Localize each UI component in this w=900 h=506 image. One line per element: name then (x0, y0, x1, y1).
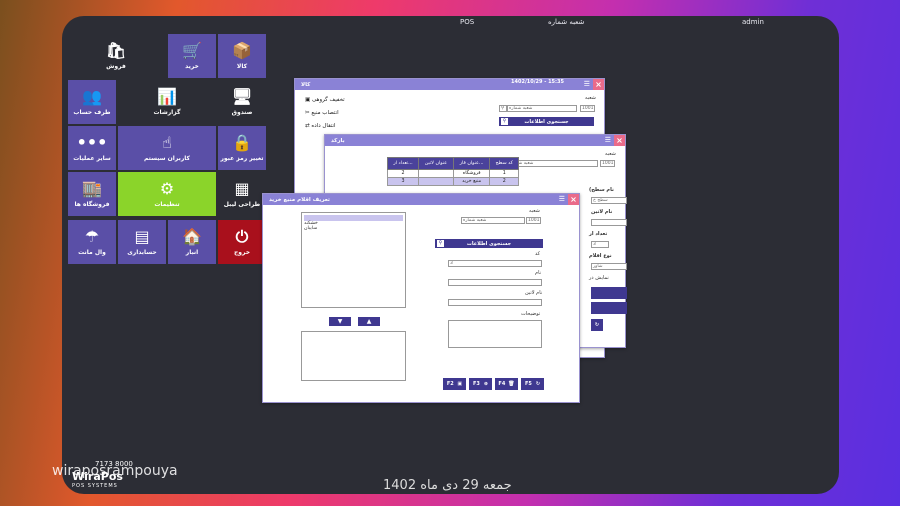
menu-icon[interactable]: ☰ (605, 135, 611, 146)
save-icon: ▣ (457, 381, 463, 387)
search-icon[interactable]: ⚲ (499, 105, 507, 112)
gears-icon: ⚙ (159, 179, 175, 198)
user-label: admin (742, 18, 764, 26)
box-icon: 📦 (232, 41, 252, 60)
tile-wall-mount[interactable]: ☂ وال مانت (68, 220, 116, 264)
close-icon[interactable]: × (614, 135, 625, 146)
cart-icon: 🛒 (182, 41, 202, 60)
warehouse-icon: 🏠 (182, 227, 202, 246)
store-icon: 🏬 (82, 179, 102, 198)
tile-warehouse[interactable]: 🏠 انبار (168, 220, 216, 264)
table-row[interactable]: 3 منبع خرید 2 (386, 177, 519, 186)
items-window: تعریف اقلام منبع خرید ☰ × خشکند سایبان ▼… (262, 193, 580, 403)
tile-purchase[interactable]: 🛒 خرید (168, 34, 216, 78)
users-icon: 👥 (82, 87, 102, 106)
f4-delete-button[interactable]: F4 🗑 (495, 378, 518, 390)
wirapos-logo: WiraPos POS SYSTEMS (72, 470, 123, 489)
tile-reports[interactable]: 📊 گزارشات (143, 80, 191, 124)
items-window-titlebar[interactable]: تعریف اقلام منبع خرید ☰ × (263, 194, 579, 205)
lock-icon: 🔒 (232, 133, 252, 152)
tile-sales[interactable]: 🛍 فروش (92, 34, 140, 78)
power-icon: ⏻ (235, 227, 249, 246)
code-field[interactable]: 3 (448, 260, 542, 267)
close-icon[interactable]: × (568, 194, 579, 205)
f5-refresh-button[interactable]: F5 ↻ (521, 378, 544, 390)
tile-accounts[interactable]: 👥 طرف حساب (68, 80, 116, 124)
menu-icon[interactable]: ☰ (584, 79, 590, 90)
datetime: 1402/10/29 - 15:35 (511, 79, 564, 85)
levels-table: تعداد ار... عنوان لاتین عنوان فار... کد … (386, 157, 519, 186)
desktop: POS شعبه شماره admin 🛍 فروش 🛒 خرید 📦 کالا 👥… (62, 16, 839, 494)
tile-goods[interactable]: 📦 کالا (218, 34, 266, 78)
menu-item-assign-source[interactable]: ✂ انتصاب منبع (305, 110, 345, 123)
goods-search-button[interactable]: ⚲ جستجوی اطلاعات (499, 117, 594, 126)
goods-window-titlebar[interactable]: کالا 1402/10/29 - 15:35 ☰ × (295, 79, 604, 90)
items-list[interactable]: خشکند سایبان (301, 212, 406, 308)
tile-system-users[interactable]: ☝ کاربران سیستم (118, 126, 216, 170)
barcode-window-titlebar[interactable]: بارکد ☰ × (325, 135, 625, 146)
pos-label: POS (460, 18, 475, 26)
barcode-icon: ▦ (234, 179, 250, 198)
tile-exit[interactable]: ⏻ خروج (218, 220, 266, 264)
search-icon: ⚲ (501, 118, 508, 125)
tile-stores[interactable]: 🏬 فروشگاه ها (68, 172, 116, 216)
list-item[interactable]: سایبان (304, 226, 403, 231)
footer-date: جمعه 29 دی ماه 1402 (383, 478, 512, 493)
ledger-icon: ▤ (134, 227, 150, 246)
move-up-button[interactable]: ▲ (358, 317, 380, 326)
tile-other-ops[interactable]: ••• سایر عملیات (68, 126, 116, 170)
refresh-icon[interactable]: ↻ (591, 319, 603, 331)
move-down-button[interactable]: ▼ (329, 317, 351, 326)
dots-icon: ••• (76, 133, 108, 152)
top-status-bar: POS شعبه شماره admin (62, 16, 839, 30)
f2-save-button[interactable]: F2 ▣ (443, 378, 466, 390)
tile-accounting[interactable]: ▤ حسابداری (118, 220, 166, 264)
tile-settings[interactable]: ⚙ تنظیمات (118, 172, 216, 216)
name-field[interactable] (448, 279, 542, 286)
plus-icon: ⊕ (483, 381, 489, 387)
umbrella-icon: ☂ (84, 227, 100, 246)
side-action-button-2[interactable] (591, 302, 627, 314)
latin-name-field[interactable] (448, 299, 542, 306)
side-action-button[interactable] (591, 287, 627, 299)
items-search-button[interactable]: ⚲ جستجوی اطلاعات (435, 239, 543, 248)
phone-number: 7173 8000 (95, 460, 133, 468)
branch-label: شعبه شماره (548, 18, 585, 26)
trash-icon: 🗑 (508, 381, 515, 387)
close-icon[interactable]: × (593, 79, 604, 90)
refresh-icon: ↻ (535, 381, 541, 387)
discount-icon: ▣ (305, 97, 312, 103)
menu-icon[interactable]: ☰ (559, 194, 565, 205)
tile-cashbox[interactable]: 🖥 صندوق (218, 80, 266, 124)
fingerprint-icon: ☝ (162, 133, 172, 152)
f3-add-button[interactable]: F3 ⊕ (469, 378, 492, 390)
secondary-list[interactable] (301, 331, 406, 381)
menu-item-group-discount[interactable]: ▣ تخفیف گروهی (305, 97, 345, 110)
bag-icon: 🛍 (105, 41, 127, 60)
table-row[interactable]: 2 فروشگاه 1 (386, 169, 519, 178)
bar-chart-icon: 📊 (157, 87, 177, 106)
tile-label-design[interactable]: ▦ طراحی لیبل (218, 172, 266, 216)
tile-change-password[interactable]: 🔒 تغییر رمز عبور (218, 126, 266, 170)
register-icon: 🖥 (231, 87, 253, 106)
search-icon: ⚲ (437, 240, 444, 247)
description-field[interactable] (448, 320, 542, 348)
